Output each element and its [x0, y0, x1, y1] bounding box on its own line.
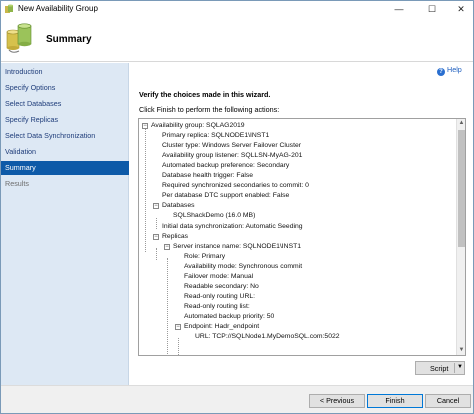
wizard-nav: Introduction Specify Options Select Data…	[1, 63, 129, 385]
maximize-icon[interactable]: ☐	[419, 1, 445, 17]
collapse-toggle-icon[interactable]: −	[153, 203, 159, 210]
tree-row[interactable]: Per database DTC support enabled: False	[139, 191, 455, 201]
wizard-header: Summary	[1, 17, 473, 62]
previous-button[interactable]: < Previous	[309, 394, 365, 408]
tree-row-label: SQLShackDemo (16.0 MB)	[173, 212, 256, 220]
minimize-icon[interactable]: —	[386, 1, 412, 17]
tree-row-label: Role: Primary	[184, 252, 226, 260]
window-title: New Availability Group	[18, 4, 98, 13]
summary-tree[interactable]: − Availability group: SQLAG2019 Primary re…	[138, 118, 466, 356]
tree-row-label: Automated backup preference: Secondary	[162, 162, 290, 170]
cancel-button[interactable]: Cancel	[425, 394, 471, 408]
instruction-text: Click Finish to perform the following ac…	[139, 105, 280, 114]
nav-item-results: Results	[5, 179, 29, 188]
tree-row[interactable]: Availability mode: Synchronous commit	[139, 262, 455, 272]
vertical-scrollbar[interactable]: ▲ ▼	[456, 119, 465, 355]
nav-item-specify-replicas[interactable]: Specify Replicas	[1, 113, 129, 127]
tree-row-label: Replicas	[162, 232, 189, 240]
tree-row-label: Required synchronized secondaries to com…	[162, 182, 309, 190]
tree-row[interactable]: URL: TCP://SQLNode1.MyDemoSQL.com:5022	[139, 332, 455, 342]
tree-row[interactable]: Automated backup preference: Secondary	[139, 161, 455, 171]
tree-row-label: Read-only routing URL:	[184, 292, 256, 300]
tree-row-label: Failover mode: Manual	[184, 272, 254, 280]
tree-row[interactable]: Required synchronized secondaries to com…	[139, 181, 455, 191]
title-bar: New Availability Group — ☐ ✕	[1, 1, 473, 17]
tree-row[interactable]: − Server instance name: SQLNODE1\INST1	[139, 242, 455, 252]
script-button-separator	[454, 363, 455, 373]
collapse-toggle-icon[interactable]: −	[175, 324, 181, 330]
nav-item-select-databases[interactable]: Select Databases	[1, 97, 129, 111]
tree-row-label: Availability mode: Synchronous commit	[184, 262, 303, 270]
scroll-thumb[interactable]	[458, 130, 465, 247]
tree-row-label: Per database DTC support enabled: False	[162, 192, 290, 200]
tree-row[interactable]: − Availability group: SQLAG2019	[139, 121, 455, 131]
page-title: Summary	[46, 34, 92, 45]
nav-item-summary[interactable]: Summary	[1, 161, 129, 175]
tree-row[interactable]: Read-only routing URL:	[139, 292, 455, 302]
collapse-toggle-icon[interactable]: −	[142, 123, 148, 129]
tree-row-label: Automated backup priority: 50	[184, 312, 275, 320]
tree-row[interactable]: − Databases	[139, 201, 455, 211]
tree-row[interactable]: Failover mode: Manual	[139, 272, 455, 282]
tree-row[interactable]: Primary replica: SQLNODE1\INST1	[139, 131, 455, 141]
tree-row[interactable]: − Endpoint: Hadr_endpoint	[139, 322, 455, 332]
tree-row-label: Availability group listener: SQLLSN-MyAG…	[162, 152, 303, 160]
verify-heading: Verify the choices made in this wizard.	[139, 90, 271, 99]
tree-row[interactable]: − Replicas	[139, 232, 455, 242]
help-icon: ?	[437, 68, 445, 76]
tree-row[interactable]: Availability group listener: SQLLSN-MyAG…	[139, 151, 455, 161]
close-icon[interactable]: ✕	[448, 1, 474, 17]
finish-button[interactable]: Finish	[367, 394, 423, 408]
tree-row-label: Database health trigger: False	[162, 172, 254, 180]
tree-row-label: Availability group: SQLAG2019	[151, 122, 245, 129]
chevron-down-icon[interactable]: ▼	[457, 364, 463, 370]
collapse-toggle-icon[interactable]: −	[164, 243, 170, 250]
tree-row[interactable]: Role: Primary	[139, 252, 455, 262]
database-cluster-icon	[6, 23, 32, 53]
nav-item-validation[interactable]: Validation	[1, 145, 129, 159]
nav-item-introduction[interactable]: Introduction	[1, 65, 129, 79]
nav-item-select-data-synchronization[interactable]: Select Data Synchronization	[1, 129, 129, 143]
scroll-up-icon[interactable]: ▲	[457, 119, 465, 128]
nav-item-specify-options[interactable]: Specify Options	[1, 81, 129, 95]
tree-row-label: Read-only routing list:	[184, 302, 250, 310]
wizard-window: New Availability Group — ☐ ✕ Summary Int…	[0, 0, 474, 414]
tree-row[interactable]: Initial data synchronization: Automatic …	[139, 222, 455, 232]
tree-row-label: Cluster type: Windows Server Failover Cl…	[162, 142, 302, 150]
tree-row-label: Endpoint: Hadr_endpoint	[184, 323, 260, 330]
help-link[interactable]: ? Help	[437, 65, 462, 76]
tree-row-label: Initial data synchronization: Automatic …	[162, 222, 303, 230]
button-bar: < Previous Finish Cancel	[1, 385, 473, 413]
tree-row[interactable]: Read-only routing list:	[139, 302, 455, 312]
tree-row[interactable]: Database health trigger: False	[139, 171, 455, 181]
tree-row-label: URL: TCP://SQLNode1.MyDemoSQL.com:5022	[195, 333, 340, 341]
app-icon	[5, 4, 13, 13]
script-button-label: Script	[430, 364, 449, 373]
tree-row-label: Primary replica: SQLNODE1\INST1	[162, 132, 270, 140]
collapse-toggle-icon[interactable]: −	[153, 233, 159, 240]
tree-row-label: Databases	[162, 202, 195, 210]
tree-row[interactable]: SQLShackDemo (16.0 MB)	[139, 211, 455, 221]
help-label: Help	[447, 65, 462, 74]
tree-row[interactable]: Readable secondary: No	[139, 282, 455, 292]
scroll-down-icon[interactable]: ▼	[457, 346, 465, 355]
summary-tree-content: − Availability group: SQLAG2019 Primary re…	[139, 119, 457, 355]
tree-row[interactable]: Automated backup priority: 50	[139, 312, 455, 322]
tree-row-label: Readable secondary: No	[184, 282, 259, 290]
script-button[interactable]: Script ▼	[415, 361, 465, 375]
tree-row[interactable]: Cluster type: Windows Server Failover Cl…	[139, 141, 455, 151]
tree-row-label: Server instance name: SQLNODE1\INST1	[173, 242, 302, 250]
